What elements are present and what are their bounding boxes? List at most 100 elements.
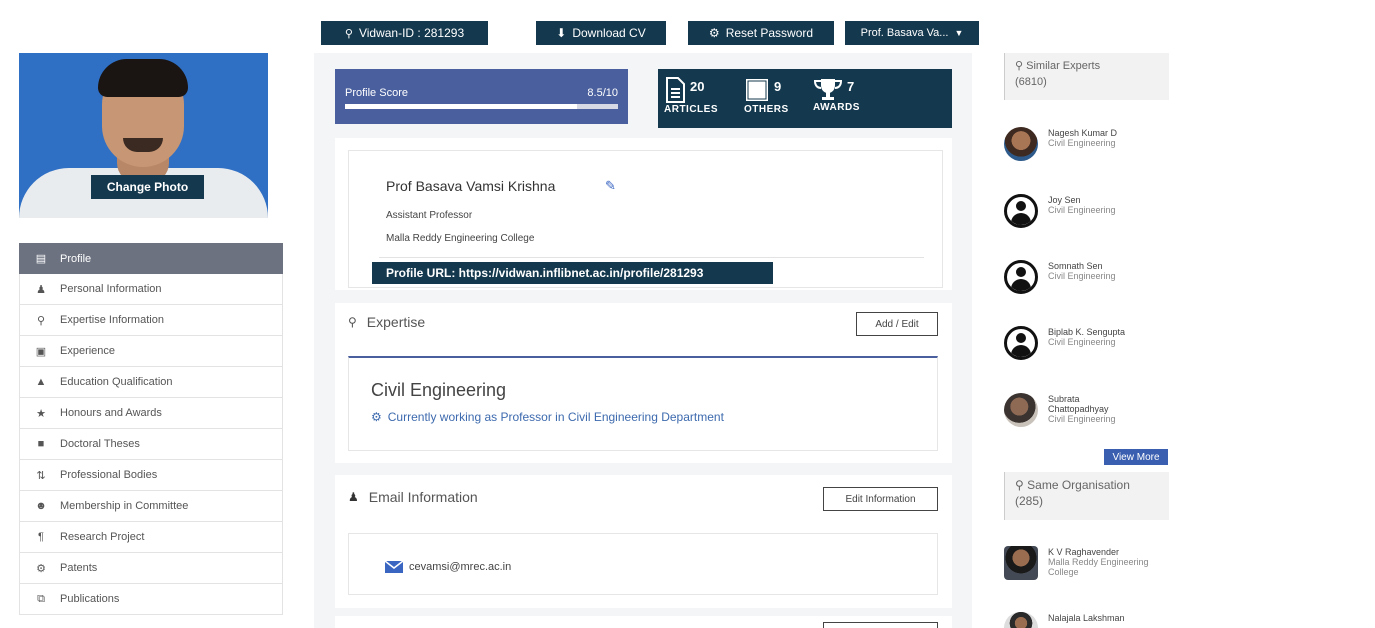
gear-icon: ⚙ (708, 26, 720, 40)
same-organisation-count: (285) (1015, 494, 1044, 508)
users-icon: ☻ (35, 500, 47, 512)
sidebar-item-label: Publications (60, 593, 120, 605)
book-icon (746, 79, 768, 101)
sidebar-item-publications[interactable]: ⧉ Publications (19, 584, 283, 615)
email-entry: cevamsi@mrec.ac.in (385, 561, 511, 573)
expertise-area: Civil Engineering (371, 380, 507, 400)
expert-name: Nagesh Kumar D (1048, 128, 1118, 138)
expert-name: Subrata Chattopadhyay (1048, 394, 1109, 414)
sidebar-item-honours-and-awards[interactable]: ★ Honours and Awards (19, 398, 283, 429)
sidebar-menu: ▤ Profile ♟ Personal Information ⚲ Exper… (19, 243, 283, 615)
same-org-item[interactable]: Nalajala Lakshman (1004, 612, 1125, 628)
lightbulb-icon: ⚲ (1015, 478, 1024, 492)
envelope-icon (385, 561, 403, 573)
download-cv-label: Download CV (572, 26, 646, 40)
view-more-button[interactable]: View More (1104, 449, 1168, 465)
user-icon: ♟ (36, 283, 46, 296)
sidebar-item-professional-bodies[interactable]: ⇅ Professional Bodies (19, 460, 283, 491)
awards-label: AWARDS (813, 102, 860, 113)
sidebar-item-label: Personal Information (60, 283, 162, 295)
vidwan-id-button[interactable]: ⚲ Vidwan-ID : 281293 (321, 21, 488, 45)
sidebar-item-education-qualification[interactable]: ▲ Education Qualification (19, 367, 283, 398)
caret-down-icon: ▼ (954, 28, 964, 38)
monitor-icon: ▤ (35, 253, 47, 265)
profile-organisation: Malla Reddy Engineering College (386, 233, 535, 244)
expert-name: K V Raghavender (1048, 547, 1120, 557)
email-box: cevamsi@mrec.ac.in (348, 533, 938, 595)
next-card-button[interactable] (823, 622, 938, 628)
reset-password-button[interactable]: ⚙ Reset Password (688, 21, 834, 45)
similar-expert-item[interactable]: Biplab K. Sengupta Civil Engineering (1004, 326, 1125, 360)
expert-name: Somnath Sen (1048, 261, 1103, 271)
articles-label: ARTICLES (664, 104, 718, 115)
gear-icon: ⚙ (371, 410, 382, 424)
similar-expert-item[interactable]: Joy Sen Civil Engineering (1004, 194, 1116, 228)
reset-password-label: Reset Password (725, 26, 814, 40)
gears-icon: ⚙ (36, 562, 46, 575)
map-marker-icon: ⚲ (344, 27, 353, 40)
expert-dept: Civil Engineering (1048, 138, 1116, 148)
sidebar-item-personal-information[interactable]: ♟ Personal Information (19, 274, 283, 305)
expertise-description: ⚙ Currently working as Professor in Civi… (371, 410, 724, 424)
sidebar-item-label: Doctoral Theses (60, 438, 140, 450)
expert-dept: Civil Engineering (1048, 205, 1116, 215)
sidebar-item-label: Membership in Committee (60, 500, 189, 512)
expert-dept: Civil Engineering (1048, 271, 1116, 281)
copy-icon: ⧉ (37, 592, 45, 605)
stat-awards[interactable]: 7 AWARDS (813, 77, 860, 113)
email-heading: ♟ Email Information (348, 489, 478, 505)
expert-name: Joy Sen (1048, 195, 1081, 205)
avatar (1004, 612, 1038, 628)
expertise-heading: ⚲ Expertise (348, 314, 425, 330)
add-edit-expertise-button[interactable]: Add / Edit (856, 312, 938, 336)
lightbulb-icon: ⚲ (36, 314, 46, 327)
user-avatar-icon (1004, 194, 1038, 228)
change-photo-button[interactable]: Change Photo (91, 175, 204, 199)
avatar (1004, 393, 1038, 427)
sidebar-item-profile[interactable]: ▤ Profile (19, 243, 283, 274)
articles-count: 20 (690, 79, 705, 94)
sort-icon: ⇅ (36, 469, 46, 482)
sidebar-item-patents[interactable]: ⚙ Patents (19, 553, 283, 584)
similar-experts-title: Similar Experts (1026, 60, 1101, 72)
same-org-item[interactable]: K V Raghavender Malla Reddy Engineering C… (1004, 546, 1158, 580)
profile-url[interactable]: Profile URL: https://vidwan.inflibnet.ac… (372, 262, 773, 284)
sidebar-item-doctoral-theses[interactable]: ■ Doctoral Theses (19, 429, 283, 460)
sidebar-item-label: Patents (60, 562, 98, 574)
stat-others[interactable]: 9 OTHERS (744, 77, 789, 115)
briefcase-icon: ▣ (35, 345, 47, 358)
download-icon: ⬇ (556, 26, 567, 40)
similar-expert-item[interactable]: Somnath Sen Civil Engineering (1004, 260, 1116, 294)
others-count: 9 (774, 79, 782, 94)
profile-name: Prof Basava Vamsi Krishna (386, 178, 556, 194)
stat-articles[interactable]: 20 ARTICLES (664, 77, 718, 115)
similar-experts-header: ⚲ Similar Experts (6810) (1004, 53, 1169, 100)
profile-stats-panel: 20 ARTICLES 9 OTHERS 7 AWARDS (658, 69, 952, 128)
sidebar-item-research-project[interactable]: ¶ Research Project (19, 522, 283, 553)
user-menu-button[interactable]: Prof. Basava Va... ▼ (845, 21, 979, 45)
download-cv-button[interactable]: ⬇ Download CV (536, 21, 666, 45)
email-address[interactable]: cevamsi@mrec.ac.in (409, 561, 511, 573)
similar-expert-item[interactable]: Nagesh Kumar D Civil Engineering (1004, 127, 1117, 161)
edit-information-button[interactable]: Edit Information (823, 487, 938, 511)
user-icon: ♟ (348, 490, 359, 504)
expert-dept: Malla Reddy Engineering College (1048, 557, 1149, 577)
sidebar-item-expertise-information[interactable]: ⚲ Expertise Information (19, 305, 283, 336)
pencil-edit-icon[interactable]: ✎ (605, 178, 616, 194)
expertise-description-text: Currently working as Professor in Civil … (387, 410, 724, 424)
user-avatar-icon (1004, 326, 1038, 360)
expertise-title: Expertise (366, 314, 426, 330)
trophy-icon (813, 79, 843, 100)
profile-name-box: Prof Basava Vamsi Krishna ✎ Assistant Pr… (348, 150, 943, 288)
sidebar-item-membership-in-committee[interactable]: ☻ Membership in Committee (19, 491, 283, 522)
book-icon: ■ (37, 438, 45, 450)
lightbulb-icon: ⚲ (1015, 60, 1024, 72)
similar-experts-count: (6810) (1015, 76, 1047, 88)
profile-score-panel: Profile Score 8.5/10 (335, 69, 628, 124)
sidebar-item-label: Honours and Awards (60, 407, 162, 419)
sidebar-item-label: Expertise Information (60, 314, 164, 326)
similar-expert-item[interactable]: Subrata Chattopadhyay Civil Engineering (1004, 393, 1118, 427)
same-organisation-header: ⚲ Same Organisation (285) (1004, 472, 1169, 520)
graduation-cap-icon: ▲ (35, 376, 47, 388)
sidebar-item-experience[interactable]: ▣ Experience (19, 336, 283, 367)
